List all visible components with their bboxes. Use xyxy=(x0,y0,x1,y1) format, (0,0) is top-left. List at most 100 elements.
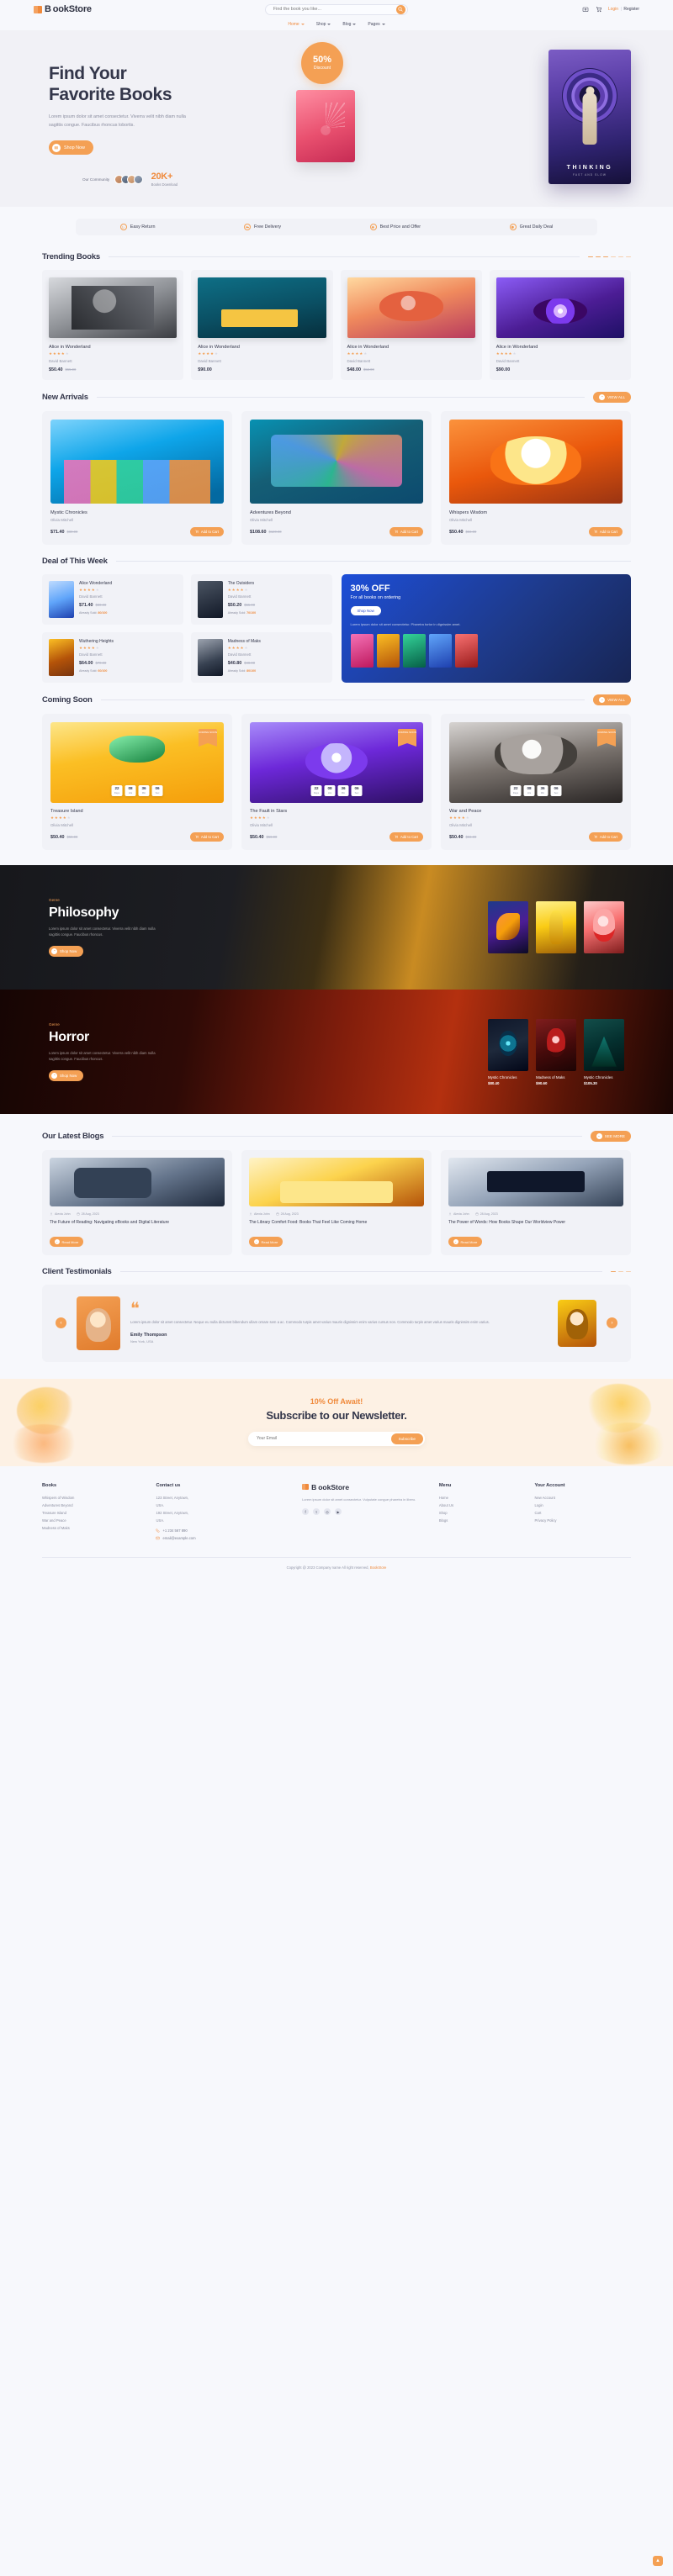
social-links: f t ◎ ▶ xyxy=(302,1508,431,1516)
footer-email[interactable]: email@example.com xyxy=(156,1536,294,1540)
sold-label: Already Sold: xyxy=(227,669,246,673)
instagram-icon[interactable]: ◎ xyxy=(324,1508,331,1516)
blog-card[interactable]: Alexia John 28 Aug, 2023 The Future of R… xyxy=(42,1150,232,1255)
book-card[interactable]: Adventures Beyond Olivia Mitchell $108.6… xyxy=(241,411,432,546)
add-to-cart-button[interactable]: Add to Cart xyxy=(588,832,623,842)
book-card[interactable]: COMING SOON 22 Days 08 Hrs 36 Min 06 Sec Tre… xyxy=(42,714,232,851)
footer-link[interactable]: Home xyxy=(439,1494,527,1502)
carousel-indicator[interactable] xyxy=(588,256,631,258)
nav-item-pages[interactable]: Pages xyxy=(368,22,385,27)
book-card[interactable]: Alice in Wonderland ★ ★ ★ ★ ★ David Bannett … xyxy=(42,270,184,380)
genre-shop-button[interactable]: Shop Now xyxy=(49,945,84,957)
blog-card[interactable]: Alexia John 28 Aug, 2023 The Library Com… xyxy=(241,1150,432,1255)
section-header: Client Testimonials xyxy=(42,1267,631,1276)
twitter-icon[interactable]: t xyxy=(313,1508,321,1516)
cart-icon xyxy=(594,530,597,534)
cart-icon[interactable] xyxy=(595,5,603,13)
nav-item-shop[interactable]: Shop xyxy=(316,22,331,27)
footer-link[interactable]: War and Peace xyxy=(42,1517,147,1524)
read-more-button[interactable]: Read More xyxy=(249,1237,284,1248)
book-price: $50.40 xyxy=(50,834,65,840)
divider xyxy=(108,256,580,258)
wishlist-icon[interactable] xyxy=(581,5,590,13)
view-all-button[interactable]: VIEW ALL xyxy=(593,391,631,404)
footer-link[interactable]: Blogs xyxy=(439,1517,527,1524)
book-cover xyxy=(49,581,74,619)
genre-book[interactable] xyxy=(536,901,576,954)
footer-link[interactable]: Whispers of Wisdom xyxy=(42,1494,147,1502)
login-link[interactable]: Login xyxy=(608,7,618,12)
promo-headline: 30% OFF xyxy=(350,583,390,594)
read-more-button[interactable]: Read More xyxy=(448,1237,483,1248)
genre-book[interactable]: Madness of Maks $90.60 xyxy=(536,1018,576,1085)
genre-shop-button[interactable]: Shop Now xyxy=(49,1069,84,1081)
book-card[interactable]: Alice in Wonderland ★ ★ ★ ★ ★ David Bannett … xyxy=(191,270,333,380)
testimonial-prev-button[interactable]: ‹ xyxy=(56,1317,66,1329)
genre-book[interactable] xyxy=(584,901,624,954)
footer-phone[interactable]: +1 234 567 890 xyxy=(156,1528,294,1533)
latest-blogs-section: Our Latest Blogs SEE MORE Alexia John 28… xyxy=(42,1114,631,1255)
book-card[interactable]: Alice in Wonderland ★ ★ ★ ★ ★ David Bannett … xyxy=(340,270,482,380)
add-to-cart-button[interactable]: Add to Cart xyxy=(189,832,224,842)
copyright-text: Copyright @ 2023 Company name All right … xyxy=(286,1565,369,1570)
deal-icon xyxy=(509,224,517,231)
book-card[interactable]: COMING SOON 22 Days 08 Hrs 36 Min 06 Sec War… xyxy=(441,714,631,851)
chevron-down-icon xyxy=(381,24,385,25)
add-to-cart-button[interactable]: Add to Cart xyxy=(389,832,423,842)
footer-logo[interactable]: BookStore xyxy=(302,1483,431,1491)
nav-item-blog[interactable]: Blog xyxy=(342,22,357,27)
view-all-button[interactable]: VIEW ALL xyxy=(593,694,631,706)
book-card[interactable]: COMING SOON 22 Days 08 Hrs 36 Min 06 Sec The… xyxy=(241,714,432,851)
search-input[interactable] xyxy=(273,7,396,12)
genre-book[interactable]: Mystic Chronicles $80.40 xyxy=(488,1018,528,1085)
cart-label: Add to Cart xyxy=(599,835,617,840)
feature-label: Best Price and Offer xyxy=(379,224,421,230)
book-card[interactable]: Alice in Wonderland ★ ★ ★ ★ ★ David Bannett … xyxy=(489,270,631,380)
scroll-to-top-button[interactable]: ▲ xyxy=(653,2556,663,2566)
search-button[interactable] xyxy=(395,4,405,14)
footer-link[interactable]: Treasure Island xyxy=(42,1509,147,1517)
book-card[interactable]: Mystic Chronicles Olivia Mitchell $71.40… xyxy=(42,411,232,546)
deal-promo-banner: 30% OFF For all books on ordering Shop N… xyxy=(341,574,631,684)
register-link[interactable]: Register xyxy=(623,7,639,12)
carousel-indicator[interactable] xyxy=(611,1270,631,1273)
add-to-cart-button[interactable]: Add to Cart xyxy=(189,527,224,537)
deal-card[interactable]: Alice Wonderland ★ ★ ★ ★ ★ David Bannett $71… xyxy=(42,574,183,626)
add-to-cart-button[interactable]: Add to Cart xyxy=(588,527,623,537)
youtube-icon[interactable]: ▶ xyxy=(335,1508,342,1516)
price-row: $90.00 xyxy=(198,367,326,372)
newsletter-email-input[interactable] xyxy=(257,1436,391,1442)
read-more-button[interactable]: Read More xyxy=(50,1237,84,1248)
footer-link[interactable]: Shop xyxy=(439,1509,527,1517)
footer-link[interactable]: Cart xyxy=(534,1509,631,1517)
blog-card[interactable]: Alexia John 28 Aug, 2023 The Power of Wo… xyxy=(441,1150,631,1255)
deal-card[interactable]: Wuthering Heights ★ ★ ★ ★ ★ David Bannett $6… xyxy=(42,632,183,684)
deal-card[interactable]: Madness of Maks ★ ★ ★ ★ ★ David Bannett $40.… xyxy=(190,632,332,684)
footer-link[interactable]: Login xyxy=(534,1502,631,1509)
newsletter-subscribe-button[interactable]: Subscribe xyxy=(390,1433,423,1444)
footer-link[interactable]: About Us xyxy=(439,1502,527,1509)
genre-book[interactable]: Mystic Chronicles $105.30 xyxy=(584,1018,624,1085)
testimonial-next-button[interactable]: › xyxy=(607,1317,617,1329)
promo-shop-button[interactable]: Shop Now xyxy=(350,606,381,616)
add-to-cart-button[interactable]: Add to Cart xyxy=(389,527,423,537)
hero-shop-now-button[interactable]: Shop Now xyxy=(49,140,93,156)
blog-author: Alexia John xyxy=(448,1212,469,1216)
facebook-icon[interactable]: f xyxy=(302,1508,310,1516)
countdown-value: 36 xyxy=(341,785,346,790)
footer-link[interactable]: New Account xyxy=(534,1494,631,1502)
hero-visual: 50% Discount THINKING FAST AND SLOW xyxy=(294,42,631,184)
book-card[interactable]: Whispers Wisdom Olivia Mitchell $50.40 $… xyxy=(441,411,631,546)
genre-book[interactable] xyxy=(488,901,528,954)
nav-item-home[interactable]: Home xyxy=(288,22,305,27)
footer-link[interactable]: Privacy Policy xyxy=(534,1517,631,1524)
phone-icon xyxy=(156,1528,160,1533)
promo-text: Lorem ipsum dolor sit amet consectetur. … xyxy=(350,622,461,627)
see-more-button[interactable]: SEE MORE xyxy=(590,1131,631,1143)
search-box[interactable] xyxy=(264,3,408,15)
footer-link[interactable]: Madness of Maks xyxy=(42,1524,147,1532)
book-title: Wuthering Heights xyxy=(79,639,114,645)
footer-link[interactable]: Adventures Beyond xyxy=(42,1502,147,1509)
brand-logo[interactable]: BookStore xyxy=(34,4,92,14)
deal-card[interactable]: The Outsiders ★ ★ ★ ★ ★ David Bannett $50.20… xyxy=(190,574,332,626)
